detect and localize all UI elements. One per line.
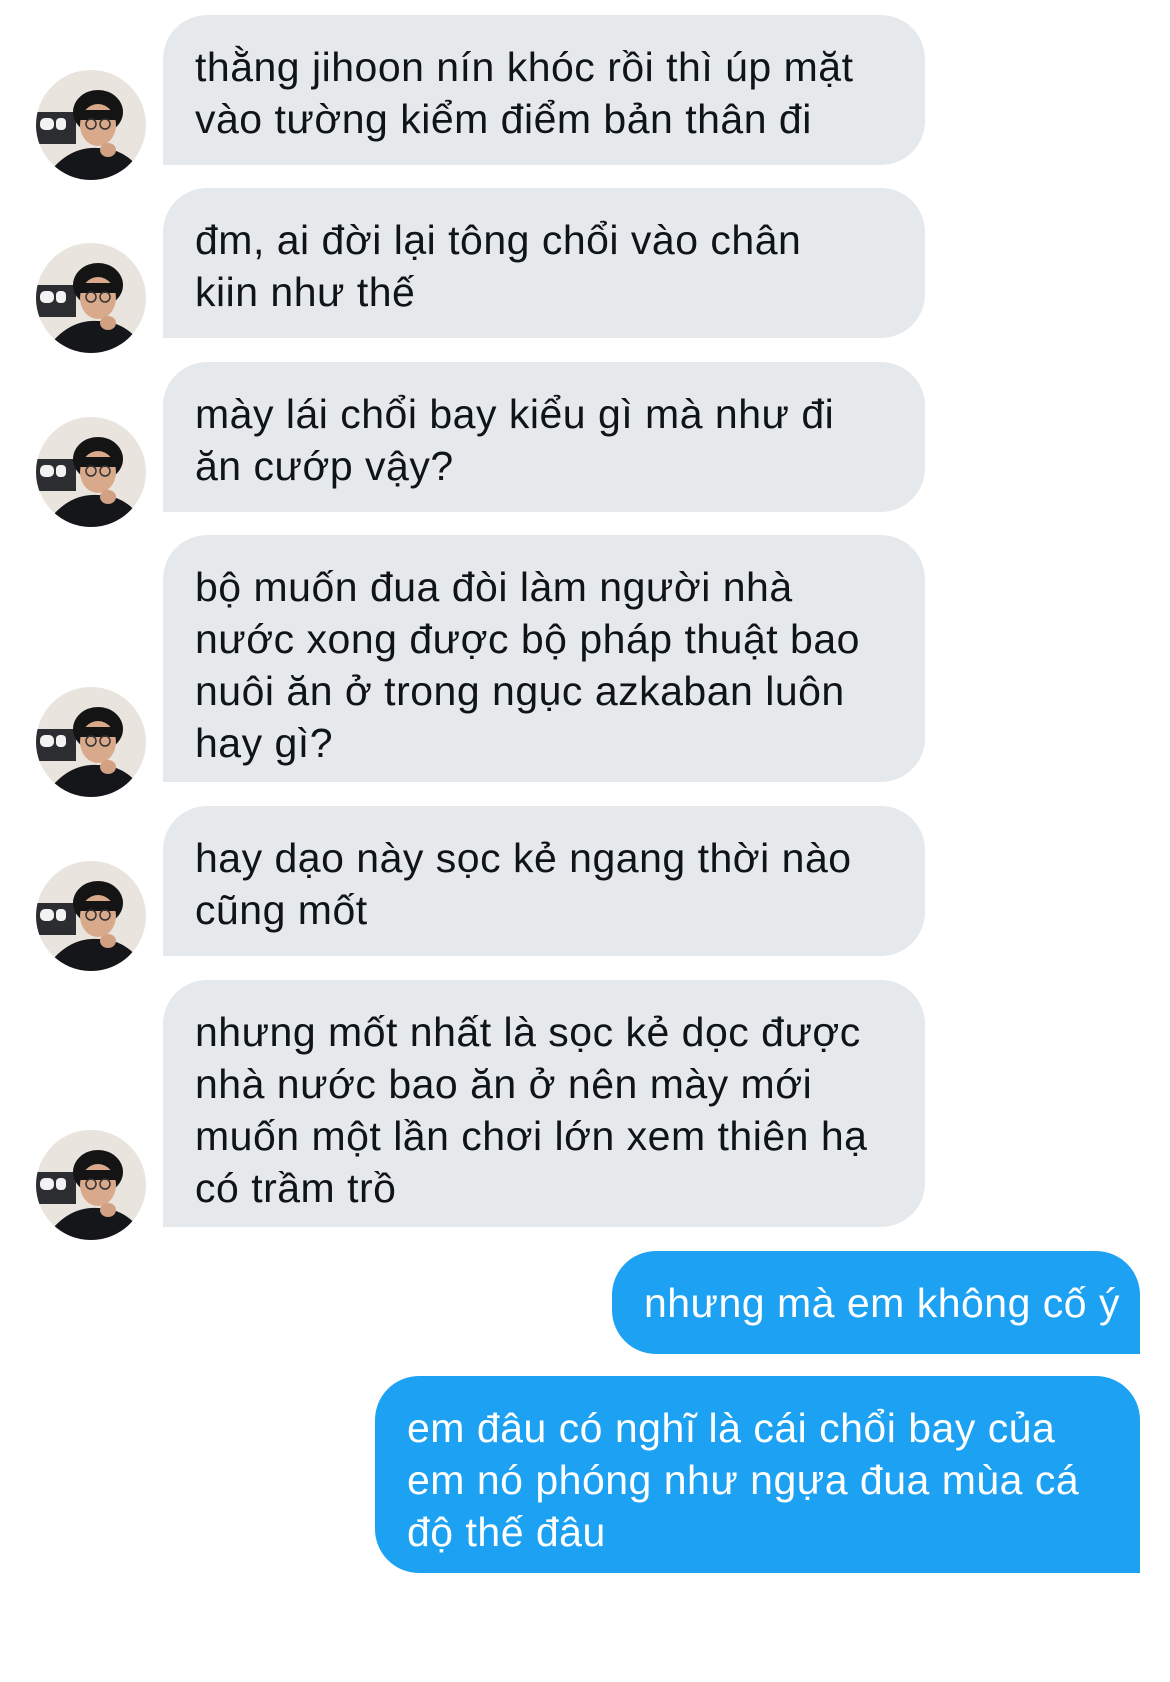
incoming-message-bubble[interactable]: mày lái chổi bay kiểu gì mà như đi ăn cư… xyxy=(163,362,925,512)
profile-photo-icon xyxy=(36,861,146,971)
incoming-message-bubble[interactable]: nhưng mốt nhất là sọc kẻ dọc được nhà nư… xyxy=(163,980,925,1227)
profile-photo-icon xyxy=(36,70,146,180)
profile-photo-icon xyxy=(36,417,146,527)
avatar[interactable] xyxy=(36,687,146,797)
outgoing-message-bubble[interactable]: nhưng mà em không cố ý xyxy=(611,1251,1140,1354)
message-thread: thằng jihoon nín khóc rồi thì úp mặt vào… xyxy=(0,0,1170,1682)
avatar[interactable] xyxy=(36,417,146,527)
incoming-message-bubble[interactable]: đm, ai đời lại tông chổi vào chân kiin n… xyxy=(163,188,925,338)
avatar[interactable] xyxy=(36,861,146,971)
incoming-message-bubble[interactable]: hay dạo này sọc kẻ ngang thời nào cũng m… xyxy=(163,806,925,956)
profile-photo-icon xyxy=(36,243,146,353)
avatar[interactable] xyxy=(36,70,146,180)
incoming-message-bubble[interactable]: bộ muốn đua đòi làm người nhà nước xong … xyxy=(163,535,925,782)
avatar[interactable] xyxy=(36,1130,146,1240)
outgoing-message-bubble[interactable]: em đâu có nghĩ là cái chổi bay của em nó… xyxy=(375,1376,1140,1573)
profile-photo-icon xyxy=(36,1130,146,1240)
incoming-message-bubble[interactable]: thằng jihoon nín khóc rồi thì úp mặt vào… xyxy=(163,15,925,165)
profile-photo-icon xyxy=(36,687,146,797)
avatar[interactable] xyxy=(36,243,146,353)
